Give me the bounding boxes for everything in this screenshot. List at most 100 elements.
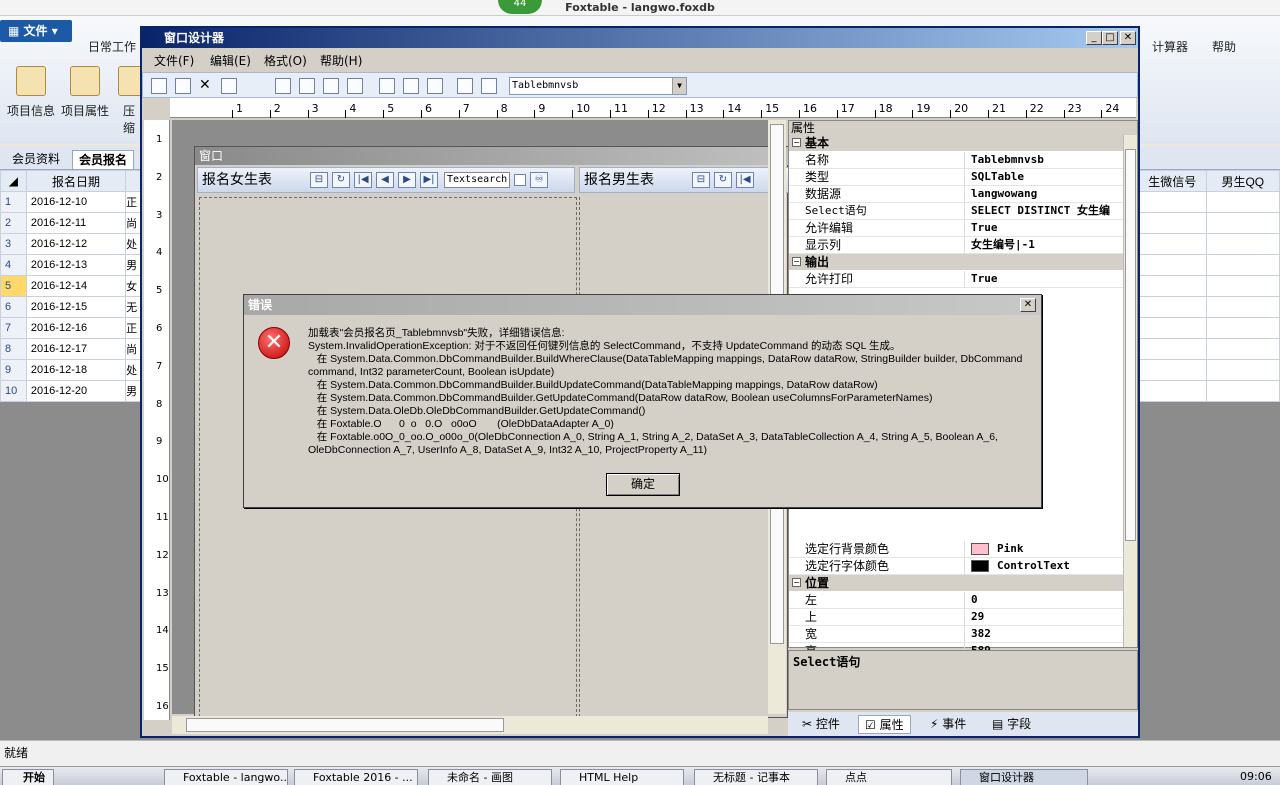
- table-row[interactable]: 2 2016-12-11 尚: [0, 212, 145, 234]
- property-row[interactable]: 宽 382: [789, 626, 1123, 643]
- align-top-icon[interactable]: [323, 78, 339, 94]
- hspace-icon[interactable]: [481, 78, 497, 94]
- col-header-wechat[interactable]: 生微信号: [1138, 170, 1207, 192]
- tab-daily-work[interactable]: 日常工作: [88, 38, 136, 55]
- cell-date[interactable]: 2016-12-11: [25, 212, 127, 234]
- col-header-date[interactable]: 报名日期: [25, 170, 127, 192]
- cell[interactable]: [1138, 359, 1207, 381]
- tab-events[interactable]: ⚡ 事件: [924, 715, 972, 734]
- maximize-button[interactable]: □: [1102, 31, 1118, 45]
- minimize-button[interactable]: _: [1086, 31, 1102, 45]
- row-number[interactable]: 9: [0, 359, 27, 381]
- tab-fields[interactable]: ▤ 字段: [986, 715, 1037, 734]
- property-row[interactable]: 选定行字体颜色 ControlText: [789, 558, 1123, 575]
- save-icon[interactable]: [151, 78, 167, 94]
- same-size-icon[interactable]: [427, 78, 443, 94]
- chevron-down-icon[interactable]: ▼: [672, 78, 686, 94]
- task-notepad[interactable]: 无标题 - 记事本: [694, 769, 818, 785]
- row-number[interactable]: 5: [0, 275, 27, 297]
- cell-date[interactable]: 2016-12-17: [25, 338, 127, 360]
- table-row[interactable]: 8 2016-12-17 尚: [0, 338, 145, 360]
- search-input[interactable]: Textsearch: [444, 172, 511, 188]
- property-value[interactable]: langwowang: [971, 186, 1121, 203]
- first-icon[interactable]: |◀: [354, 172, 372, 188]
- cell[interactable]: [1138, 317, 1207, 339]
- row-number[interactable]: 10: [0, 380, 27, 402]
- menu-format[interactable]: 格式(O): [264, 52, 307, 69]
- menu-edit[interactable]: 编辑(E): [210, 52, 251, 69]
- delete-icon[interactable]: ✕: [199, 78, 215, 94]
- cell[interactable]: [1205, 254, 1280, 276]
- first-icon[interactable]: |◀: [736, 172, 754, 188]
- refresh-icon[interactable]: ↻: [332, 172, 350, 188]
- property-value[interactable]: 382: [971, 626, 1121, 643]
- prev-icon[interactable]: ◀: [376, 172, 394, 188]
- copy-icon[interactable]: [221, 78, 237, 94]
- last-icon[interactable]: ▶|: [420, 172, 438, 188]
- cell[interactable]: [1205, 359, 1280, 381]
- property-category[interactable]: − 基本: [789, 135, 1123, 151]
- property-value[interactable]: SELECT DISTINCT 女生编: [971, 203, 1121, 220]
- row-number[interactable]: 2: [0, 212, 27, 234]
- ok-button[interactable]: 确定: [606, 473, 680, 496]
- cell-date[interactable]: 2016-12-12: [25, 233, 127, 255]
- task-foxtable[interactable]: Foxtable - langwo....: [164, 769, 288, 785]
- cell[interactable]: [1138, 296, 1207, 318]
- control-selector[interactable]: Tablebmnvsb ▼: [509, 77, 687, 95]
- property-row[interactable]: 数据源 langwowang: [789, 186, 1123, 203]
- property-value[interactable]: SQLTable: [971, 169, 1121, 186]
- table-row[interactable]: 3 2016-12-12 处: [0, 233, 145, 255]
- cell-date[interactable]: 2016-12-10: [25, 191, 127, 213]
- row-number[interactable]: 3: [0, 233, 27, 255]
- cell[interactable]: [1205, 338, 1280, 360]
- property-category[interactable]: − 位置: [789, 575, 1123, 591]
- property-value[interactable]: Pink: [971, 541, 1121, 558]
- table-row[interactable]: 7 2016-12-16 正: [0, 317, 145, 339]
- cell-date[interactable]: 2016-12-14: [25, 275, 127, 297]
- align-bottom-icon[interactable]: [347, 78, 363, 94]
- align-left-icon[interactable]: [275, 78, 291, 94]
- project-info-button[interactable]: 项目信息: [4, 66, 58, 119]
- table-toolbar-male[interactable]: 报名男生表 ⊟ ↻ |◀: [579, 167, 789, 193]
- save-all-icon[interactable]: [175, 78, 191, 94]
- filter-icon[interactable]: ⊟: [692, 172, 710, 188]
- file-menu-button[interactable]: ▦ 文件 ▾: [0, 20, 72, 42]
- data-grid-right[interactable]: 生微信号 男生QQ: [1138, 170, 1280, 402]
- compress-button[interactable]: 压缩: [118, 66, 140, 136]
- property-row[interactable]: 名称 Tablebmnvsb: [789, 152, 1123, 169]
- cell[interactable]: [1205, 275, 1280, 297]
- table-row[interactable]: 5 2016-12-14 女: [0, 275, 145, 297]
- cell-date[interactable]: 2016-12-16: [25, 317, 127, 339]
- cell-date[interactable]: 2016-12-13: [25, 254, 127, 276]
- search-checkbox[interactable]: [514, 174, 527, 186]
- property-value[interactable]: 女生编号|-1: [971, 237, 1121, 254]
- same-width-icon[interactable]: [379, 78, 395, 94]
- task-html-help[interactable]: HTML Help: [560, 769, 684, 785]
- task-window-designer[interactable]: 窗口设计器: [960, 769, 1088, 785]
- help-button[interactable]: 帮助: [1212, 38, 1236, 55]
- row-number[interactable]: 4: [0, 254, 27, 276]
- close-icon[interactable]: ✕: [1020, 298, 1036, 312]
- calculator-button[interactable]: 计算器: [1152, 38, 1188, 55]
- task-foxtable-2016[interactable]: Foxtable 2016 - ...: [294, 769, 418, 785]
- binoculars-icon[interactable]: ♾: [530, 172, 549, 188]
- cell[interactable]: [1138, 212, 1207, 234]
- property-category[interactable]: − 输出: [789, 254, 1123, 270]
- table-toolbar-female[interactable]: 报名女生表 ⊟ ↻ |◀ ◀ ▶ ▶| Textsearch ♾: [197, 167, 575, 193]
- scroll-thumb[interactable]: [1125, 149, 1136, 541]
- property-row[interactable]: 允许打印 True: [789, 271, 1123, 288]
- task-diandian[interactable]: 点点: [826, 769, 952, 785]
- row-number[interactable]: 6: [0, 296, 27, 318]
- collapse-icon[interactable]: −: [792, 257, 801, 266]
- cell[interactable]: [1205, 212, 1280, 234]
- next-icon[interactable]: ▶: [398, 172, 416, 188]
- cell[interactable]: [1205, 233, 1280, 255]
- table-row[interactable]: 4 2016-12-13 男: [0, 254, 145, 276]
- cell[interactable]: [1205, 191, 1280, 213]
- table-row[interactable]: 1 2016-12-10 正: [0, 191, 145, 213]
- property-row[interactable]: 上 29: [789, 609, 1123, 626]
- row-number[interactable]: 7: [0, 317, 27, 339]
- canvas-horizontal-scrollbar[interactable]: [172, 716, 768, 734]
- property-row[interactable]: 允许编辑 True: [789, 220, 1123, 237]
- menu-file[interactable]: 文件(F): [154, 52, 194, 69]
